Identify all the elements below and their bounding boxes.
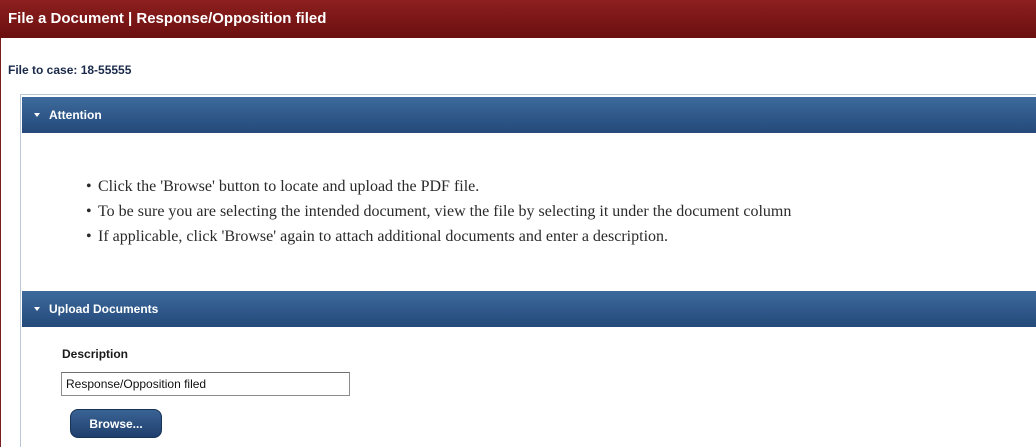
page-title: File a Document | Response/Opposition fi…: [0, 0, 1036, 38]
instruction-item: Click the 'Browse' button to locate and …: [86, 174, 791, 199]
instruction-item: If applicable, click 'Browse' again to a…: [86, 224, 791, 249]
browse-button[interactable]: Browse...: [70, 409, 162, 438]
instruction-item: To be sure you are selecting the intende…: [86, 199, 791, 224]
case-number-label: File to case: 18-55555: [8, 63, 132, 77]
upload-header-label: Upload Documents: [49, 302, 159, 316]
description-label: Description: [62, 347, 129, 361]
attention-section-header[interactable]: Attention: [22, 97, 1036, 133]
description-input[interactable]: [61, 372, 350, 396]
chevron-down-icon: [34, 306, 40, 311]
chevron-down-icon: [34, 112, 40, 117]
upload-documents-section-header[interactable]: Upload Documents: [22, 291, 1036, 327]
attention-header-label: Attention: [49, 108, 102, 122]
attention-instructions: Click the 'Browse' button to locate and …: [86, 174, 791, 249]
